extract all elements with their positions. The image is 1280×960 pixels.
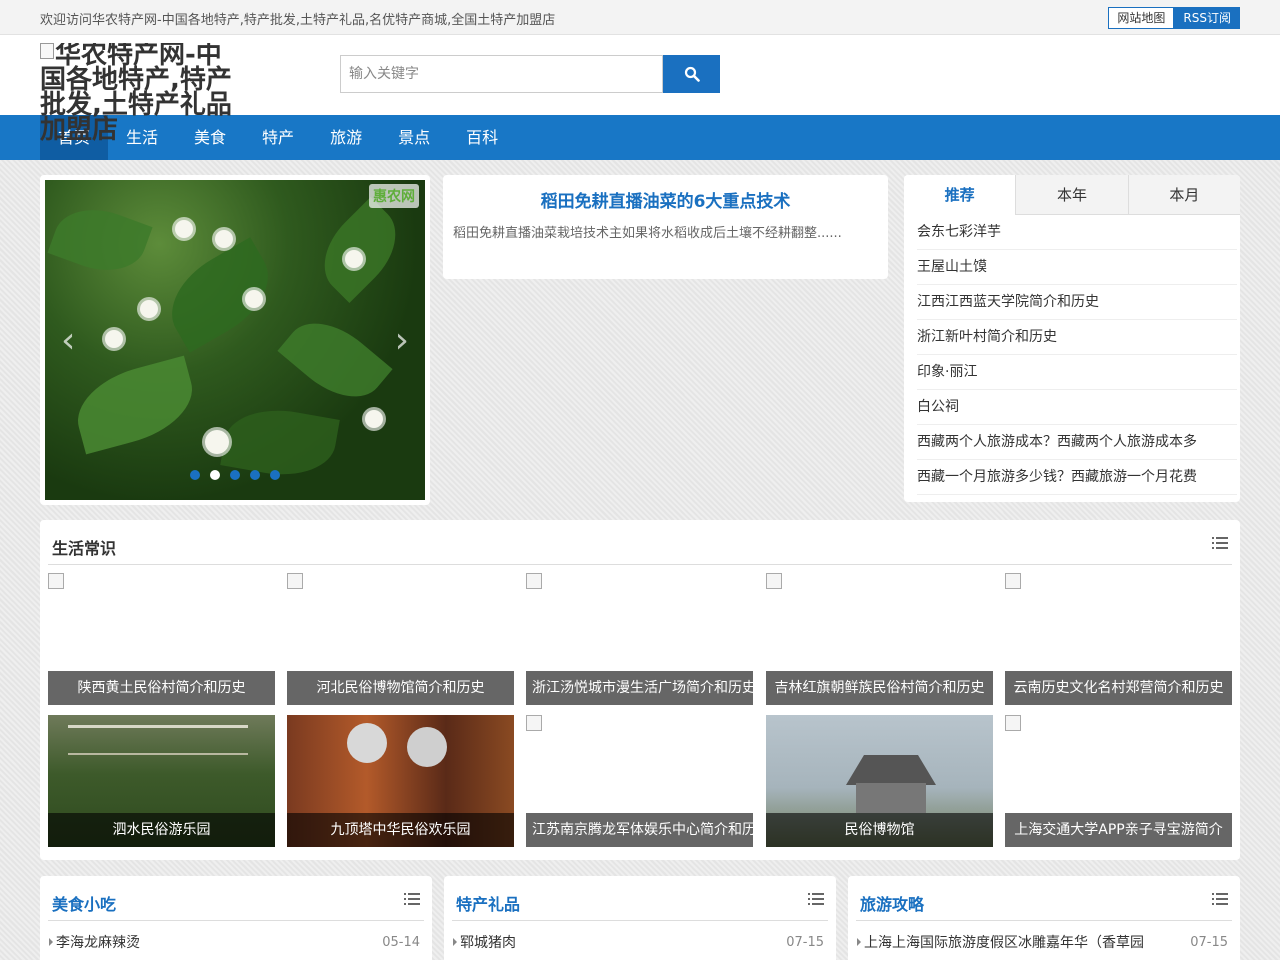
list-item[interactable]: 浙江新叶村简介和历史 xyxy=(917,320,1237,355)
article-card[interactable]: 九顶塔中华民俗欢乐园 xyxy=(287,715,514,847)
logo-alt-text: 华农特产网-中国各地特产,特产批发,土特产礼品加盟店 xyxy=(40,43,232,145)
broken-image-icon xyxy=(1005,715,1021,731)
item-date: 07-15 xyxy=(786,935,824,950)
broken-image-icon xyxy=(48,573,64,589)
prev-arrow-icon[interactable]: ‹ xyxy=(61,320,75,361)
tab-header: 推荐 本年 本月 xyxy=(904,175,1240,215)
item-title[interactable]: 李海龙麻辣烫 xyxy=(56,935,140,951)
tab-this-year[interactable]: 本年 xyxy=(1015,175,1128,215)
broken-image-icon xyxy=(1005,573,1021,589)
life-section: 生活常识 陕西黄土民俗村简介和历史 河北民俗博物馆简介和历史 浙江汤悦城市漫生活… xyxy=(40,520,1240,860)
top-bar: 欢迎访问华农特产网-中国各地特产,特产批发,土特产礼品,名优特产商城,全国土特产… xyxy=(0,0,1280,35)
card-caption: 吉林红旗朝鲜族民俗村简介和历史 xyxy=(766,671,993,705)
watermark-logo: 惠农网 xyxy=(369,184,419,208)
list-icon[interactable] xyxy=(1212,537,1228,551)
section-title[interactable]: 美食小吃 xyxy=(52,891,116,915)
section-header: 旅游攻略 xyxy=(856,876,1232,921)
welcome-text: 欢迎访问华农特产网-中国各地特产,特产批发,土特产礼品,名优特产商城,全国土特产… xyxy=(40,13,556,28)
tab-this-month[interactable]: 本月 xyxy=(1127,175,1240,215)
slider-dot[interactable] xyxy=(190,470,200,480)
section-header: 特产礼品 xyxy=(452,876,828,921)
list-icon[interactable] xyxy=(404,893,420,907)
slider-dot-active[interactable] xyxy=(210,470,220,480)
list-icon[interactable] xyxy=(1212,893,1228,907)
rss-link[interactable]: RSS订阅 xyxy=(1174,7,1240,29)
slider-dot[interactable] xyxy=(250,470,260,480)
tab-recommend[interactable]: 推荐 xyxy=(904,175,1016,215)
list-item[interactable]: 白公祠 xyxy=(917,390,1237,425)
nav-item-specialty[interactable]: 特产 xyxy=(244,115,312,160)
card-caption: 江苏南京腾龙军体娱乐中心简介和历史 xyxy=(526,813,753,847)
travel-section: 旅游攻略 上海上海国际旅游度假区冰雕嘉年华（香草园 07-15 xyxy=(848,876,1240,960)
card-caption: 浙江汤悦城市漫生活广场简介和历史 xyxy=(526,671,753,705)
card-caption: 河北民俗博物馆简介和历史 xyxy=(287,671,514,705)
list-item[interactable]: 西藏一个月旅游多少钱？西藏旅游一个月花费 xyxy=(917,460,1237,495)
broken-image-icon xyxy=(526,715,542,731)
section-title[interactable]: 旅游攻略 xyxy=(860,891,924,915)
list-item[interactable]: 李海龙麻辣烫 05-14 xyxy=(48,921,424,960)
sitemap-link[interactable]: 网站地图 xyxy=(1108,7,1175,29)
article-card[interactable]: 泗水民俗游乐园 xyxy=(48,715,275,847)
broken-image-icon xyxy=(287,573,303,589)
article-card[interactable]: 吉林红旗朝鲜族民俗村简介和历史 xyxy=(766,573,993,705)
item-title[interactable]: 上海上海国际旅游度假区冰雕嘉年华（香草园 xyxy=(864,935,1144,951)
search-button[interactable] xyxy=(663,55,720,93)
item-date: 05-14 xyxy=(382,935,420,950)
section-header: 生活常识 xyxy=(48,520,1232,565)
search-bar xyxy=(340,55,720,93)
nav-item-wiki[interactable]: 百科 xyxy=(448,115,516,160)
image-slider: 惠农网 ‹ › xyxy=(40,175,430,505)
tab-list: 会东七彩洋芋 王屋山土馍 江西江西蓝天学院简介和历史 浙江新叶村简介和历史 印象… xyxy=(904,215,1240,495)
card-caption: 云南历史文化名村郑营简介和历史 xyxy=(1005,671,1232,705)
headline-title[interactable]: 稻田免耕直播油菜的6大重点技术 xyxy=(453,187,878,212)
top-links: 网站地图 RSS订阅 xyxy=(1108,7,1240,29)
article-card[interactable]: 上海交通大学APP亲子寻宝游简介 xyxy=(1005,715,1232,847)
section-header: 美食小吃 xyxy=(48,876,424,921)
slider-dots xyxy=(190,470,290,480)
list-item[interactable]: 上海上海国际旅游度假区冰雕嘉年华（香草园 07-15 xyxy=(856,921,1232,960)
slider-image[interactable]: 惠农网 ‹ › xyxy=(45,180,425,500)
next-arrow-icon[interactable]: › xyxy=(395,320,409,361)
broken-image-icon xyxy=(526,573,542,589)
article-card[interactable]: 浙江汤悦城市漫生活广场简介和历史 xyxy=(526,573,753,705)
card-caption: 泗水民俗游乐园 xyxy=(48,813,275,847)
header: 华农特产网-中国各地特产,特产批发,土特产礼品加盟店 xyxy=(0,35,1280,143)
search-icon xyxy=(684,66,700,82)
list-item[interactable]: 江西江西蓝天学院简介和历史 xyxy=(917,285,1237,320)
article-card[interactable]: 云南历史文化名村郑营简介和历史 xyxy=(1005,573,1232,705)
nav-item-travel[interactable]: 旅游 xyxy=(312,115,380,160)
search-input[interactable] xyxy=(340,55,663,93)
site-logo[interactable]: 华农特产网-中国各地特产,特产批发,土特产礼品加盟店 xyxy=(40,43,240,163)
nav-item-scenic[interactable]: 景点 xyxy=(380,115,448,160)
card-caption: 民俗博物馆 xyxy=(766,813,993,847)
card-caption: 陕西黄土民俗村简介和历史 xyxy=(48,671,275,705)
broken-image-icon xyxy=(766,573,782,589)
list-item[interactable]: 印象·丽江 xyxy=(917,355,1237,390)
gift-section: 特产礼品 郓城猪肉 07-15 xyxy=(444,876,836,960)
article-card[interactable]: 民俗博物馆 xyxy=(766,715,993,847)
list-item[interactable]: 西藏两个人旅游成本？西藏两个人旅游成本多 xyxy=(917,425,1237,460)
list-item[interactable]: 王屋山土馍 xyxy=(917,250,1237,285)
slider-dot[interactable] xyxy=(230,470,240,480)
headline-card: 稻田免耕直播油菜的6大重点技术 稻田免耕直播油菜栽培技术主如果将水稻收成后土壤不… xyxy=(443,175,888,279)
article-card[interactable]: 陕西黄土民俗村简介和历史 xyxy=(48,573,275,705)
broken-image-icon xyxy=(40,43,54,59)
slider-dot[interactable] xyxy=(270,470,280,480)
food-section: 美食小吃 李海龙麻辣烫 05-14 xyxy=(40,876,432,960)
list-item[interactable]: 会东七彩洋芋 xyxy=(917,215,1237,250)
section-title[interactable]: 特产礼品 xyxy=(456,891,520,915)
article-card[interactable]: 河北民俗博物馆简介和历史 xyxy=(287,573,514,705)
item-date: 07-15 xyxy=(1190,935,1228,950)
article-card[interactable]: 江苏南京腾龙军体娱乐中心简介和历史 xyxy=(526,715,753,847)
section-title: 生活常识 xyxy=(52,539,117,558)
card-caption: 上海交通大学APP亲子寻宝游简介 xyxy=(1005,813,1232,847)
ranking-tabs: 推荐 本年 本月 会东七彩洋芋 王屋山土馍 江西江西蓝天学院简介和历史 浙江新叶… xyxy=(904,175,1240,502)
item-title[interactable]: 郓城猪肉 xyxy=(460,935,516,951)
headline-summary: 稻田免耕直播油菜栽培技术主如果将水稻收成后土壤不经耕翻整...... xyxy=(453,226,842,241)
list-icon[interactable] xyxy=(808,893,824,907)
list-item[interactable]: 郓城猪肉 07-15 xyxy=(452,921,828,960)
card-caption: 九顶塔中华民俗欢乐园 xyxy=(287,813,514,847)
